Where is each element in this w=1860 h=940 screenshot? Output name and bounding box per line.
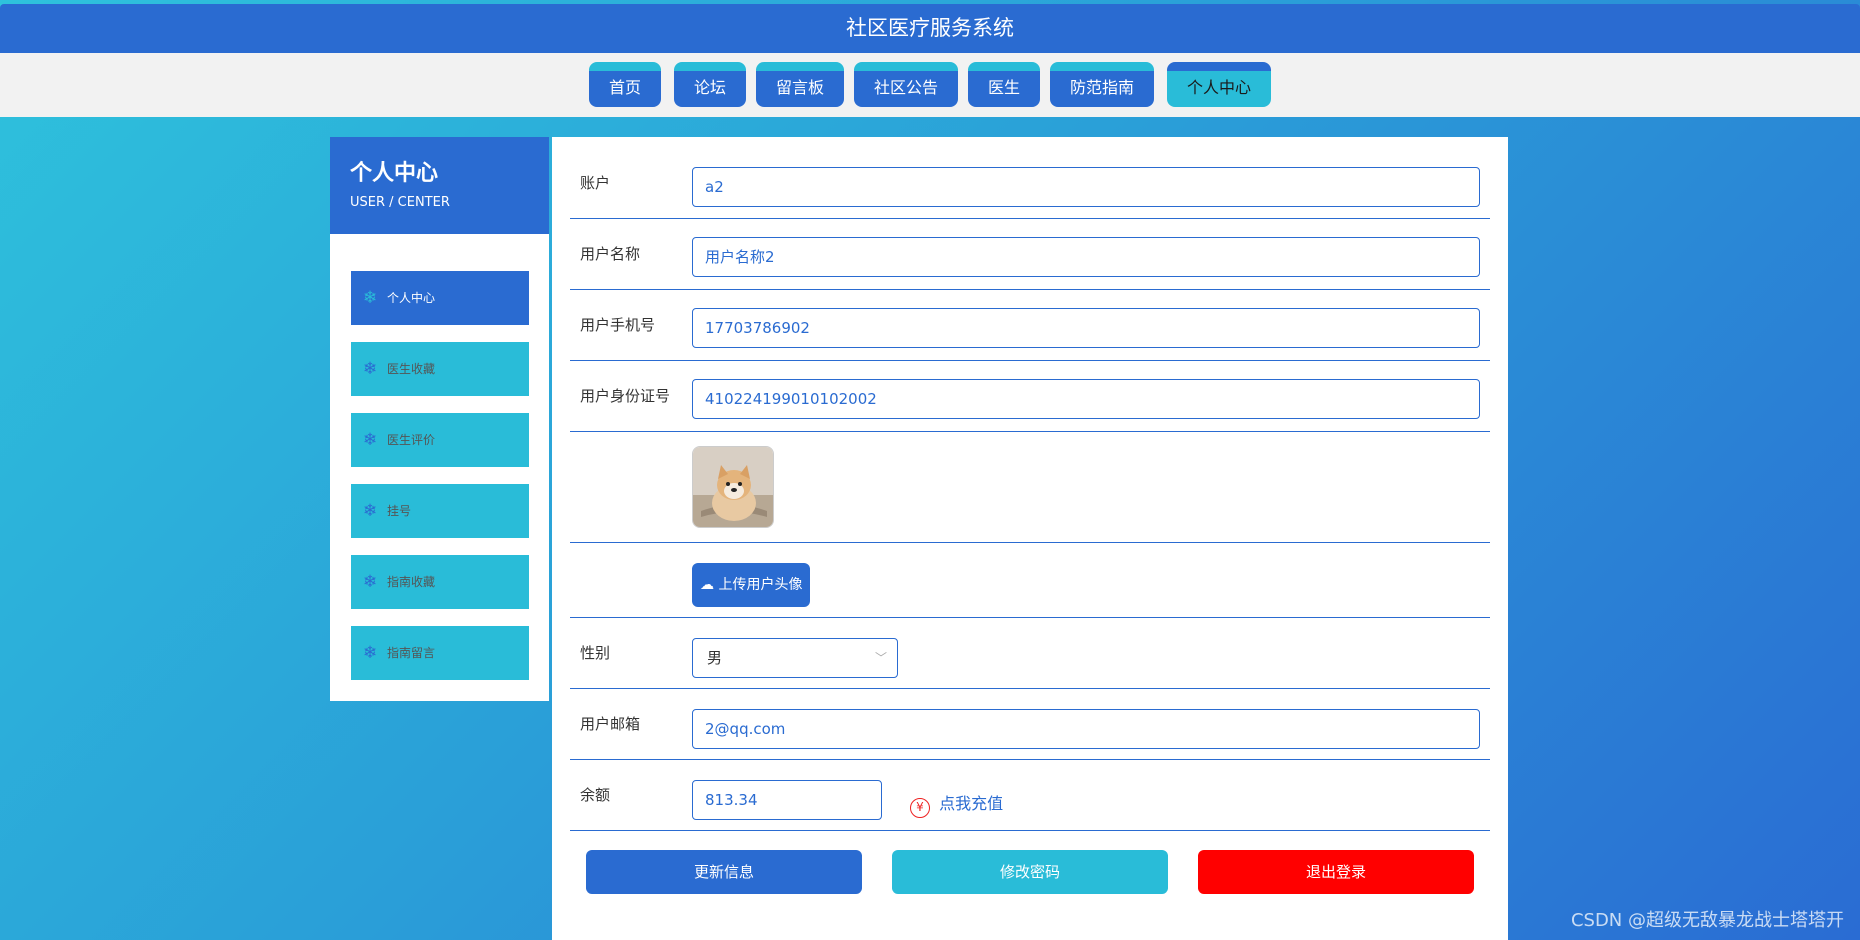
recharge-link[interactable]: ¥ 点我充值 <box>910 790 1003 818</box>
gender-value: 男 <box>707 649 723 667</box>
nav-item-prevention-guide[interactable]: 防范指南 <box>1050 62 1154 107</box>
gender-label: 性别 <box>580 644 611 662</box>
phone-field[interactable]: 17703786902 <box>692 308 1480 348</box>
form-row-email: 用户邮箱 2@qq.com <box>570 689 1490 760</box>
account-field[interactable]: a2 <box>692 167 1480 207</box>
main-nav: 首页 论坛 留言板 社区公告 医生 防范指南 个人中心 <box>0 53 1860 117</box>
chevron-down-icon: ﹀ <box>874 651 887 665</box>
form-row-username: 用户名称 用户名称2 <box>570 219 1490 290</box>
cloud-upload-icon: ☁ <box>700 577 714 593</box>
nav-item-doctors[interactable]: 医生 <box>968 62 1040 107</box>
sidebar: 个人中心 USER / CENTER ❄ 个人中心 ❄ 医生收藏 ❄ 医生评价 … <box>330 137 549 701</box>
sidebar-item-label: 挂号 <box>387 504 412 518</box>
form-row-idcard: 用户身份证号 410224199010102002 <box>570 361 1490 432</box>
idcard-label: 用户身份证号 <box>580 387 671 405</box>
form-row-account: 账户 a2 <box>570 147 1490 219</box>
nav-item-user-center[interactable]: 个人中心 <box>1167 62 1271 107</box>
form-row-balance: 余额 813.34 ¥ 点我充值 <box>570 760 1490 831</box>
snowflake-icon: ❄ <box>363 643 378 663</box>
form-row-phone: 用户手机号 17703786902 <box>570 290 1490 361</box>
sidebar-item-label: 指南收藏 <box>387 575 436 589</box>
email-field[interactable]: 2@qq.com <box>692 709 1480 749</box>
upload-avatar-button[interactable]: ☁ 上传用户头像 <box>692 563 810 607</box>
username-field[interactable]: 用户名称2 <box>692 237 1480 277</box>
nav-item-message-board[interactable]: 留言板 <box>756 62 844 107</box>
recharge-label: 点我充值 <box>939 794 1004 813</box>
sidebar-title: 个人中心 <box>350 161 439 186</box>
upload-avatar-label: 上传用户头像 <box>718 577 803 593</box>
yen-icon: ¥ <box>910 798 930 818</box>
snowflake-icon: ❄ <box>363 501 378 521</box>
balance-label: 余额 <box>580 786 611 804</box>
idcard-field[interactable]: 410224199010102002 <box>692 379 1480 419</box>
avatar-image <box>692 446 774 528</box>
nav-item-forum[interactable]: 论坛 <box>674 62 746 107</box>
sidebar-item-doctor-favorites[interactable]: ❄ 医生收藏 <box>351 342 529 396</box>
nav-item-announcements[interactable]: 社区公告 <box>854 62 958 107</box>
snowflake-icon: ❄ <box>363 359 378 379</box>
account-label: 账户 <box>580 174 611 192</box>
username-label: 用户名称 <box>580 245 641 263</box>
sidebar-item-label: 指南留言 <box>387 646 436 660</box>
sidebar-item-user-center[interactable]: ❄ 个人中心 <box>351 271 529 325</box>
change-password-button[interactable]: 修改密码 <box>892 850 1168 894</box>
form-row-gender: 性别 男 ﹀ <box>570 618 1490 689</box>
profile-form: 账户 a2 用户名称 用户名称2 用户手机号 17703786902 用户身份证… <box>552 137 1508 940</box>
gender-select[interactable]: 男 ﹀ <box>692 638 898 678</box>
sidebar-item-registration[interactable]: ❄ 挂号 <box>351 484 529 538</box>
sidebar-header: 个人中心 USER / CENTER <box>330 137 549 234</box>
snowflake-icon: ❄ <box>363 572 378 592</box>
email-label: 用户邮箱 <box>580 715 641 733</box>
sidebar-item-guide-messages[interactable]: ❄ 指南留言 <box>351 626 529 680</box>
phone-label: 用户手机号 <box>580 316 656 334</box>
sidebar-subtitle: USER / CENTER <box>350 195 450 210</box>
snowflake-icon: ❄ <box>363 288 378 308</box>
form-row-avatar <box>570 432 1490 543</box>
balance-field[interactable]: 813.34 <box>692 780 882 820</box>
update-info-button[interactable]: 更新信息 <box>586 850 862 894</box>
sidebar-item-label: 医生评价 <box>387 433 436 447</box>
snowflake-icon: ❄ <box>363 430 378 450</box>
sidebar-item-label: 个人中心 <box>387 291 436 305</box>
sidebar-item-doctor-reviews[interactable]: ❄ 医生评价 <box>351 413 529 467</box>
logout-button[interactable]: 退出登录 <box>1198 850 1474 894</box>
sidebar-item-label: 医生收藏 <box>387 362 436 376</box>
sidebar-item-guide-favorites[interactable]: ❄ 指南收藏 <box>351 555 529 609</box>
nav-item-home[interactable]: 首页 <box>589 62 661 107</box>
app-title: 社区医疗服务系统 <box>0 4 1860 53</box>
form-row-upload: ☁ 上传用户头像 <box>570 543 1490 618</box>
watermark: CSDN @超级无敌暴龙战士塔塔开 <box>1570 910 1844 931</box>
